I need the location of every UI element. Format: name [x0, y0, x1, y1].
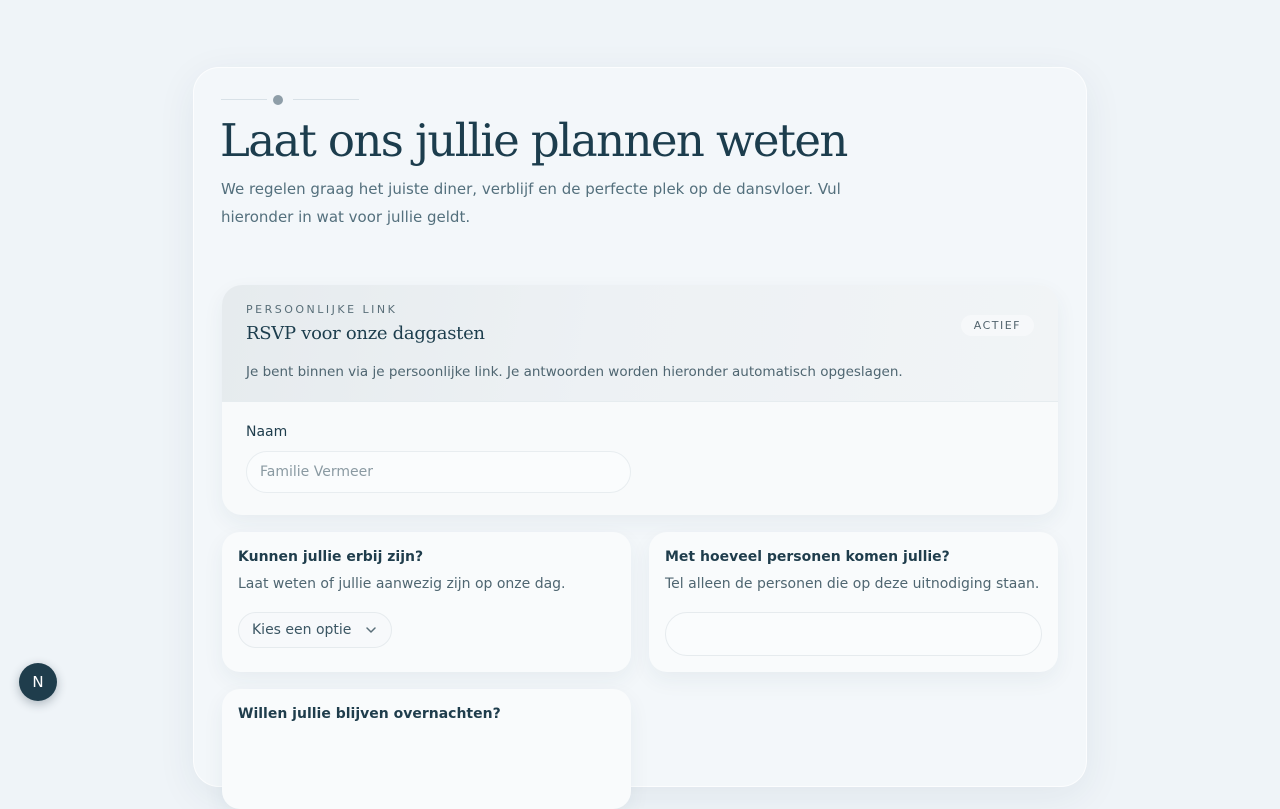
attendance-question-description: Laat weten of jullie aanwezig zijn op on… [238, 576, 566, 592]
personal-link-card: PERSOONLIJKE LINK RSVP voor onze daggast… [222, 285, 1058, 515]
decorative-dot-icon [273, 95, 283, 105]
page-intro: We regelen graag het juiste diner, verbl… [221, 180, 841, 226]
decorative-line [221, 99, 267, 100]
personal-link-header: PERSOONLIJKE LINK RSVP voor onze daggast… [222, 285, 1058, 402]
name-label: Naam [246, 424, 288, 440]
attendance-select-value: Kies een optie [252, 622, 352, 638]
guest-count-question-card: Met hoeveel personen komen jullie? Tel a… [649, 532, 1058, 672]
personal-link-note: Je bent binnen via je persoonlijke link.… [246, 364, 903, 380]
attendance-question-title: Kunnen jullie erbij zijn? [238, 549, 424, 565]
page-title: Laat ons jullie plannen weten [220, 114, 848, 167]
personal-link-eyebrow: PERSOONLIJKE LINK [246, 303, 398, 316]
attendance-select[interactable]: Kies een optie [238, 612, 393, 648]
status-badge: ACTIEF [960, 315, 1034, 336]
chevron-down-icon [366, 627, 377, 633]
personal-link-title: RSVP voor onze daggasten [246, 323, 485, 344]
dev-tools-badge[interactable]: N [19, 663, 57, 701]
name-input[interactable] [246, 451, 631, 493]
rsvp-form-card: Laat ons jullie plannen weten We regelen… [193, 67, 1087, 809]
guest-count-question-description: Tel alleen de personen die op deze uitno… [665, 576, 1040, 592]
attendance-question-card: Kunnen jullie erbij zijn? Laat weten of … [222, 532, 631, 672]
guest-count-input[interactable] [665, 612, 1042, 656]
guest-count-question-title: Met hoeveel personen komen jullie? [665, 549, 950, 565]
overnight-question-card: Willen jullie blijven overnachten? [222, 689, 631, 809]
decorative-line [293, 99, 359, 100]
